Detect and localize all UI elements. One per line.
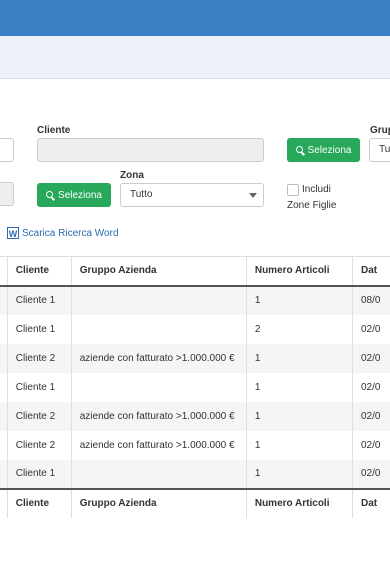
page-header-bar <box>0 36 390 79</box>
table-footer-row: Cliente Gruppo Azienda Numero Articoli D… <box>0 487 390 518</box>
cell-cliente: Cliente 1 <box>6 372 72 402</box>
table-row[interactable]: Cliente 1 1 02/0 <box>0 372 390 402</box>
table-header-spacer <box>0 256 8 287</box>
cell-numero: 2 <box>245 314 353 344</box>
gruppo-select-value: Tu <box>379 144 390 155</box>
includi-zone-figlie-checkbox[interactable] <box>287 184 299 196</box>
cell-numero: 1 <box>245 343 353 373</box>
cell-gruppo <box>70 372 247 402</box>
cell-gruppo <box>70 459 247 489</box>
zone-figlie-label: Zone Figlie <box>287 200 337 211</box>
cell-cliente: Cliente 2 <box>6 401 72 431</box>
cell-numero: 1 <box>245 401 353 431</box>
cell-numero: 1 <box>245 430 353 460</box>
left-partial-input-2[interactable] <box>0 182 14 206</box>
scarica-word-label: Scarica Ricerca Word <box>22 228 119 239</box>
cliente-label: Cliente <box>37 125 71 136</box>
table-row[interactable]: Cliente 1 2 02/0 <box>0 314 390 344</box>
table-row[interactable]: Cliente 2 aziende con fatturato >1.000.0… <box>0 343 390 373</box>
seleziona-label: Seleziona <box>307 144 352 156</box>
zona-select[interactable]: Tutto <box>120 183 264 207</box>
scarica-word-link[interactable]: W Scarica Ricerca Word <box>7 227 119 240</box>
cell-data: 02/0 <box>352 314 390 344</box>
cell-data: 08/0 <box>352 285 390 315</box>
cliente-input[interactable] <box>37 138 264 162</box>
cell-numero: 1 <box>245 285 353 315</box>
table-header-row: Cliente Gruppo Azienda Numero Articoli D… <box>0 256 390 287</box>
table-row[interactable]: Cliente 1 1 02/0 <box>0 459 390 489</box>
column-header-numero-articoli[interactable]: Numero Articoli <box>245 256 353 287</box>
column-header-data[interactable]: Dat <box>352 256 390 287</box>
top-app-bar <box>0 0 390 36</box>
search-icon <box>46 190 55 200</box>
cell-cliente: Cliente 2 <box>6 430 72 460</box>
seleziona-button-2[interactable]: Seleziona <box>37 183 111 207</box>
table-row[interactable]: Cliente 2 aziende con fatturato >1.000.0… <box>0 401 390 431</box>
gruppo-select[interactable]: Tu <box>369 138 390 162</box>
cell-data: 02/0 <box>352 459 390 489</box>
cell-gruppo <box>70 314 247 344</box>
cell-data: 02/0 <box>352 372 390 402</box>
cell-gruppo: aziende con fatturato >1.000.000 € <box>70 401 247 431</box>
search-icon <box>295 145 305 155</box>
cell-cliente: Cliente 1 <box>6 314 72 344</box>
table-row[interactable]: Cliente 2 aziende con fatturato >1.000.0… <box>0 430 390 460</box>
chevron-down-icon <box>249 193 257 198</box>
seleziona-cliente-button[interactable]: Seleziona <box>287 138 360 162</box>
cell-cliente: Cliente 1 <box>6 459 72 489</box>
footer-data: Dat <box>352 487 390 518</box>
zona-select-value: Tutto <box>130 189 153 200</box>
results-table: Cliente Gruppo Azienda Numero Articoli D… <box>0 256 390 518</box>
cell-data: 02/0 <box>352 401 390 431</box>
cell-cliente: Cliente 2 <box>6 343 72 373</box>
cell-data: 02/0 <box>352 343 390 373</box>
cell-data: 02/0 <box>352 430 390 460</box>
column-header-cliente[interactable]: Cliente <box>6 256 72 287</box>
footer-gruppo-azienda: Gruppo Azienda <box>70 487 247 518</box>
footer-cliente: Cliente <box>6 487 72 518</box>
footer-numero-articoli: Numero Articoli <box>245 487 353 518</box>
cell-gruppo: aziende con fatturato >1.000.000 € <box>70 430 247 460</box>
gruppo-label: Grup <box>370 125 390 136</box>
includi-label: Includi <box>302 184 331 195</box>
cell-gruppo <box>70 285 247 315</box>
column-header-gruppo-azienda[interactable]: Gruppo Azienda <box>70 256 247 287</box>
left-partial-input[interactable] <box>0 138 14 162</box>
cell-cliente: Cliente 1 <box>6 285 72 315</box>
cell-numero: 1 <box>245 459 353 489</box>
zona-label: Zona <box>120 170 144 181</box>
cell-numero: 1 <box>245 372 353 402</box>
seleziona-label-2: Seleziona <box>58 189 102 201</box>
table-row[interactable]: Cliente 1 1 08/0 <box>0 285 390 315</box>
cell-gruppo: aziende con fatturato >1.000.000 € <box>70 343 247 373</box>
word-icon: W <box>7 227 19 240</box>
